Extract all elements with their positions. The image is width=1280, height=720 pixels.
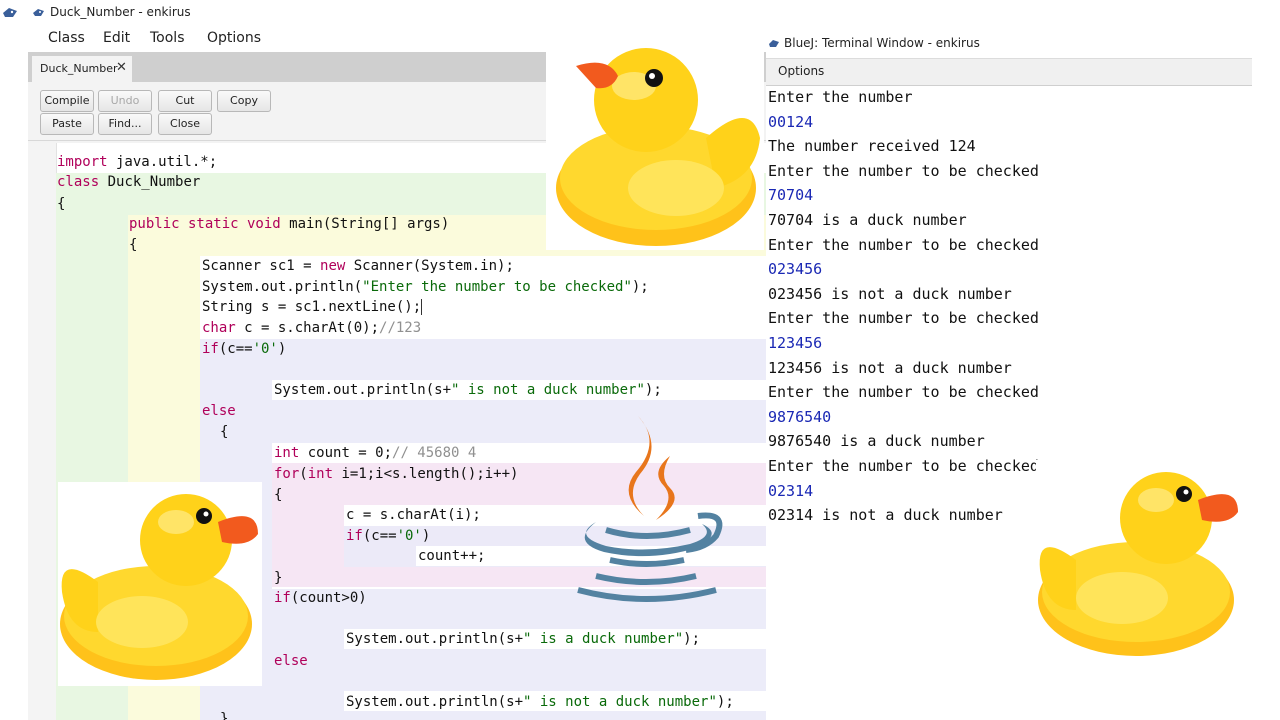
terminal-output-line: 70704 is a duck number: [768, 211, 967, 229]
code-line: {: [274, 487, 283, 503]
compile-button[interactable]: Compile: [40, 90, 94, 112]
code-line: class Duck_Number: [57, 174, 201, 190]
terminal-output-line: The number received 124: [768, 137, 976, 156]
code-line: System.out.println(s+" is not a duck num…: [346, 694, 734, 710]
terminal-output-line: Enter the number to be checked: [768, 457, 1039, 475]
code-line: {: [220, 424, 229, 440]
code-line: if(c=='0'): [346, 528, 431, 544]
code-line: else: [274, 653, 308, 669]
rubber-duck-icon: [546, 28, 764, 250]
menu-edit[interactable]: Edit: [103, 30, 130, 46]
terminal-menubar: Options: [766, 58, 1252, 86]
menu-tools[interactable]: Tools: [150, 30, 185, 46]
code-line: System.out.println(s+" is a duck number"…: [346, 631, 701, 647]
terminal-output-line: 02314 is not a duck number: [768, 506, 1003, 525]
close-icon[interactable]: ✕: [116, 60, 127, 75]
code-line: if(c=='0'): [202, 341, 287, 357]
tab-duck-number[interactable]: Duck_Number ✕: [32, 56, 132, 82]
editor-titlebar: Duck_Number - enkirus: [28, 0, 766, 26]
terminal-input-line: 123456: [768, 334, 823, 352]
code-line: for(int i=1;i<s.length();i++): [274, 466, 519, 482]
terminal-menu-options[interactable]: Options: [778, 64, 824, 78]
menu-options[interactable]: Options: [207, 30, 261, 46]
terminal-output-line: 9876540 is a duck number: [768, 432, 985, 451]
desktop-strip-right: [1252, 0, 1280, 720]
tab-label: Duck_Number: [40, 62, 118, 75]
terminal-input-line: 70704: [768, 186, 814, 205]
code-line: char c = s.charAt(0);//123: [202, 320, 422, 336]
text-caret: [421, 299, 423, 315]
code-line: if(count>0): [274, 590, 367, 606]
bluej-icon: [769, 40, 779, 47]
code-line: public static void main(String[] args): [129, 216, 450, 232]
code-line: c = s.charAt(i);: [346, 507, 481, 523]
code-line: }: [220, 711, 229, 720]
terminal-input-line: 00124: [768, 112, 814, 131]
terminal-input-line: 023456: [768, 260, 823, 279]
bluej-icon: [33, 9, 44, 16]
code-line: {: [129, 237, 138, 253]
terminal-output-line: Enter the number to be checked: [768, 235, 1039, 254]
code-line: System.out.println("Enter the number to …: [202, 279, 649, 295]
code-line: }: [274, 570, 283, 586]
find-button[interactable]: Find...: [98, 113, 152, 135]
desktop-strip: [0, 0, 28, 720]
cut-button[interactable]: Cut: [158, 90, 212, 112]
java-logo-icon: [577, 416, 723, 602]
terminal-output-line: Enter the number to be checked: [768, 309, 1039, 328]
terminal-window-title: BlueJ: Terminal Window - enkirus: [784, 36, 980, 50]
terminal-output-line: Enter the number: [768, 88, 913, 106]
terminal-input-line: 02314: [768, 481, 814, 500]
code-line: int count = 0;// 45680 4: [274, 445, 477, 461]
menu-class[interactable]: Class: [48, 30, 85, 46]
terminal-output-line: Enter the number to be checked: [768, 161, 1039, 180]
code-line: System.out.println(s+" is not a duck num…: [274, 382, 662, 398]
line-number-gutter: [28, 143, 57, 720]
undo-button[interactable]: Undo: [98, 90, 152, 112]
terminal-output-line: 123456 is not a duck number: [768, 358, 1012, 377]
terminal-output-line: 023456 is not a duck number: [768, 284, 1012, 303]
paste-button[interactable]: Paste: [40, 113, 94, 135]
rubber-duck-icon: [1036, 460, 1242, 662]
terminal-output-line: Enter the number to be checked: [768, 383, 1039, 402]
code-line: import java.util.*;: [57, 154, 218, 170]
copy-button[interactable]: Copy: [217, 90, 271, 112]
code-line: else: [202, 403, 236, 419]
editor-window-title: Duck_Number - enkirus: [50, 5, 191, 19]
bluej-icon: [3, 8, 17, 17]
rubber-duck-icon: [58, 482, 262, 686]
terminal-titlebar: BlueJ: Terminal Window - enkirus: [766, 28, 1252, 58]
close-button[interactable]: Close: [158, 113, 212, 135]
terminal-input-line: 9876540: [768, 407, 832, 426]
code-line: {: [57, 196, 66, 212]
code-line: count++;: [418, 548, 486, 564]
code-line: String s = sc1.nextLine();: [202, 299, 423, 315]
code-line: Scanner sc1 = new Scanner(System.in);: [202, 258, 514, 274]
